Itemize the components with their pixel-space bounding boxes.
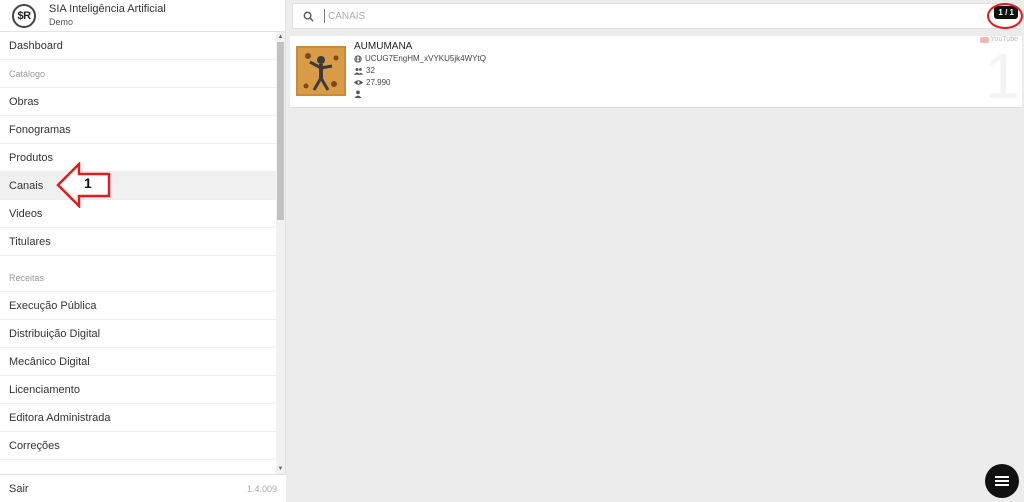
section-revenue: Receitas — [0, 256, 276, 292]
channel-name: AUMUMANA — [354, 41, 413, 52]
sidebar-item-canais[interactable]: Canais — [0, 172, 276, 200]
sidebar-footer: Sair 1.4.009 — [0, 474, 286, 502]
logout-button[interactable]: Sair — [9, 483, 29, 495]
sidebar-item-licenciamento[interactable]: Licenciamento — [0, 376, 276, 404]
brand-text: SIA Inteligência Artificial Demo — [49, 3, 166, 28]
app-title: SIA Inteligência Artificial — [49, 3, 166, 15]
sidebar-item-mecanico-digital[interactable]: Mecânico Digital — [0, 348, 276, 376]
globe-icon — [354, 54, 362, 63]
scroll-thumb[interactable] — [277, 42, 284, 220]
search-bar — [292, 3, 1020, 29]
views-count: 27.990 — [366, 78, 391, 87]
sidebar-item-fonogramas[interactable]: Fonogramas — [0, 116, 276, 144]
sidebar-item-editora-administrada[interactable]: Editora Administrada — [0, 404, 276, 432]
brand-header: $R SIA Inteligência Artificial Demo — [0, 0, 285, 32]
subscribers-count: 32 — [366, 66, 375, 75]
subscribers-row: 32 — [354, 66, 375, 75]
sidebar-item-distribuicao-digital[interactable]: Distribuição Digital — [0, 320, 276, 348]
search-icon[interactable] — [293, 11, 323, 22]
views-row: 27.990 — [354, 78, 390, 87]
menu-icon — [995, 476, 1009, 486]
search-input[interactable] — [328, 10, 948, 22]
sidebar-item-produtos[interactable]: Produtos — [0, 144, 276, 172]
sidebar-item-videos[interactable]: Videos — [0, 200, 276, 228]
app-logo: $R — [12, 3, 36, 28]
version-label: 1.4.009 — [246, 483, 277, 494]
channel-card[interactable]: AUMUMANA UCUG7EngHM_xVYKU5jk4WYtQ 32 27.… — [290, 36, 1022, 108]
scroll-down-icon[interactable]: ▼ — [276, 464, 285, 474]
annotation-number: 1 — [84, 175, 92, 191]
sidebar-item-correcoes[interactable]: Correções — [0, 432, 276, 460]
sidebar-scrollbar[interactable]: ▲ ▼ — [276, 32, 285, 474]
rank-number: 1 — [984, 40, 1020, 112]
sidebar-item-obras[interactable]: Obras — [0, 88, 276, 116]
sidebar-item-titulares[interactable]: Titulares — [0, 228, 276, 256]
sidebar-item-dashboard[interactable]: Dashboard — [0, 32, 276, 60]
channel-id-row: UCUG7EngHM_xVYKU5jk4WYtQ — [354, 54, 486, 63]
text-cursor — [324, 9, 325, 23]
sidebar-item-execucao-publica[interactable]: Execução Pública — [0, 292, 276, 320]
channel-thumbnail — [296, 46, 346, 96]
menu-button[interactable] — [985, 464, 1019, 498]
section-catalog: Catálogo — [0, 60, 276, 88]
subscribers-icon — [354, 67, 363, 75]
annotation-circle — [987, 3, 1023, 29]
channel-id: UCUG7EngHM_xVYKU5jk4WYtQ — [365, 54, 486, 63]
app-subtitle: Demo — [49, 17, 74, 27]
sidebar-menu: Dashboard Catálogo Obras Fonogramas Prod… — [0, 32, 276, 474]
owner-row — [354, 90, 365, 98]
sidebar: $R SIA Inteligência Artificial Demo Dash… — [0, 0, 286, 502]
person-icon — [354, 90, 362, 98]
scroll-up-icon[interactable]: ▲ — [276, 32, 285, 42]
eye-icon — [354, 80, 363, 85]
